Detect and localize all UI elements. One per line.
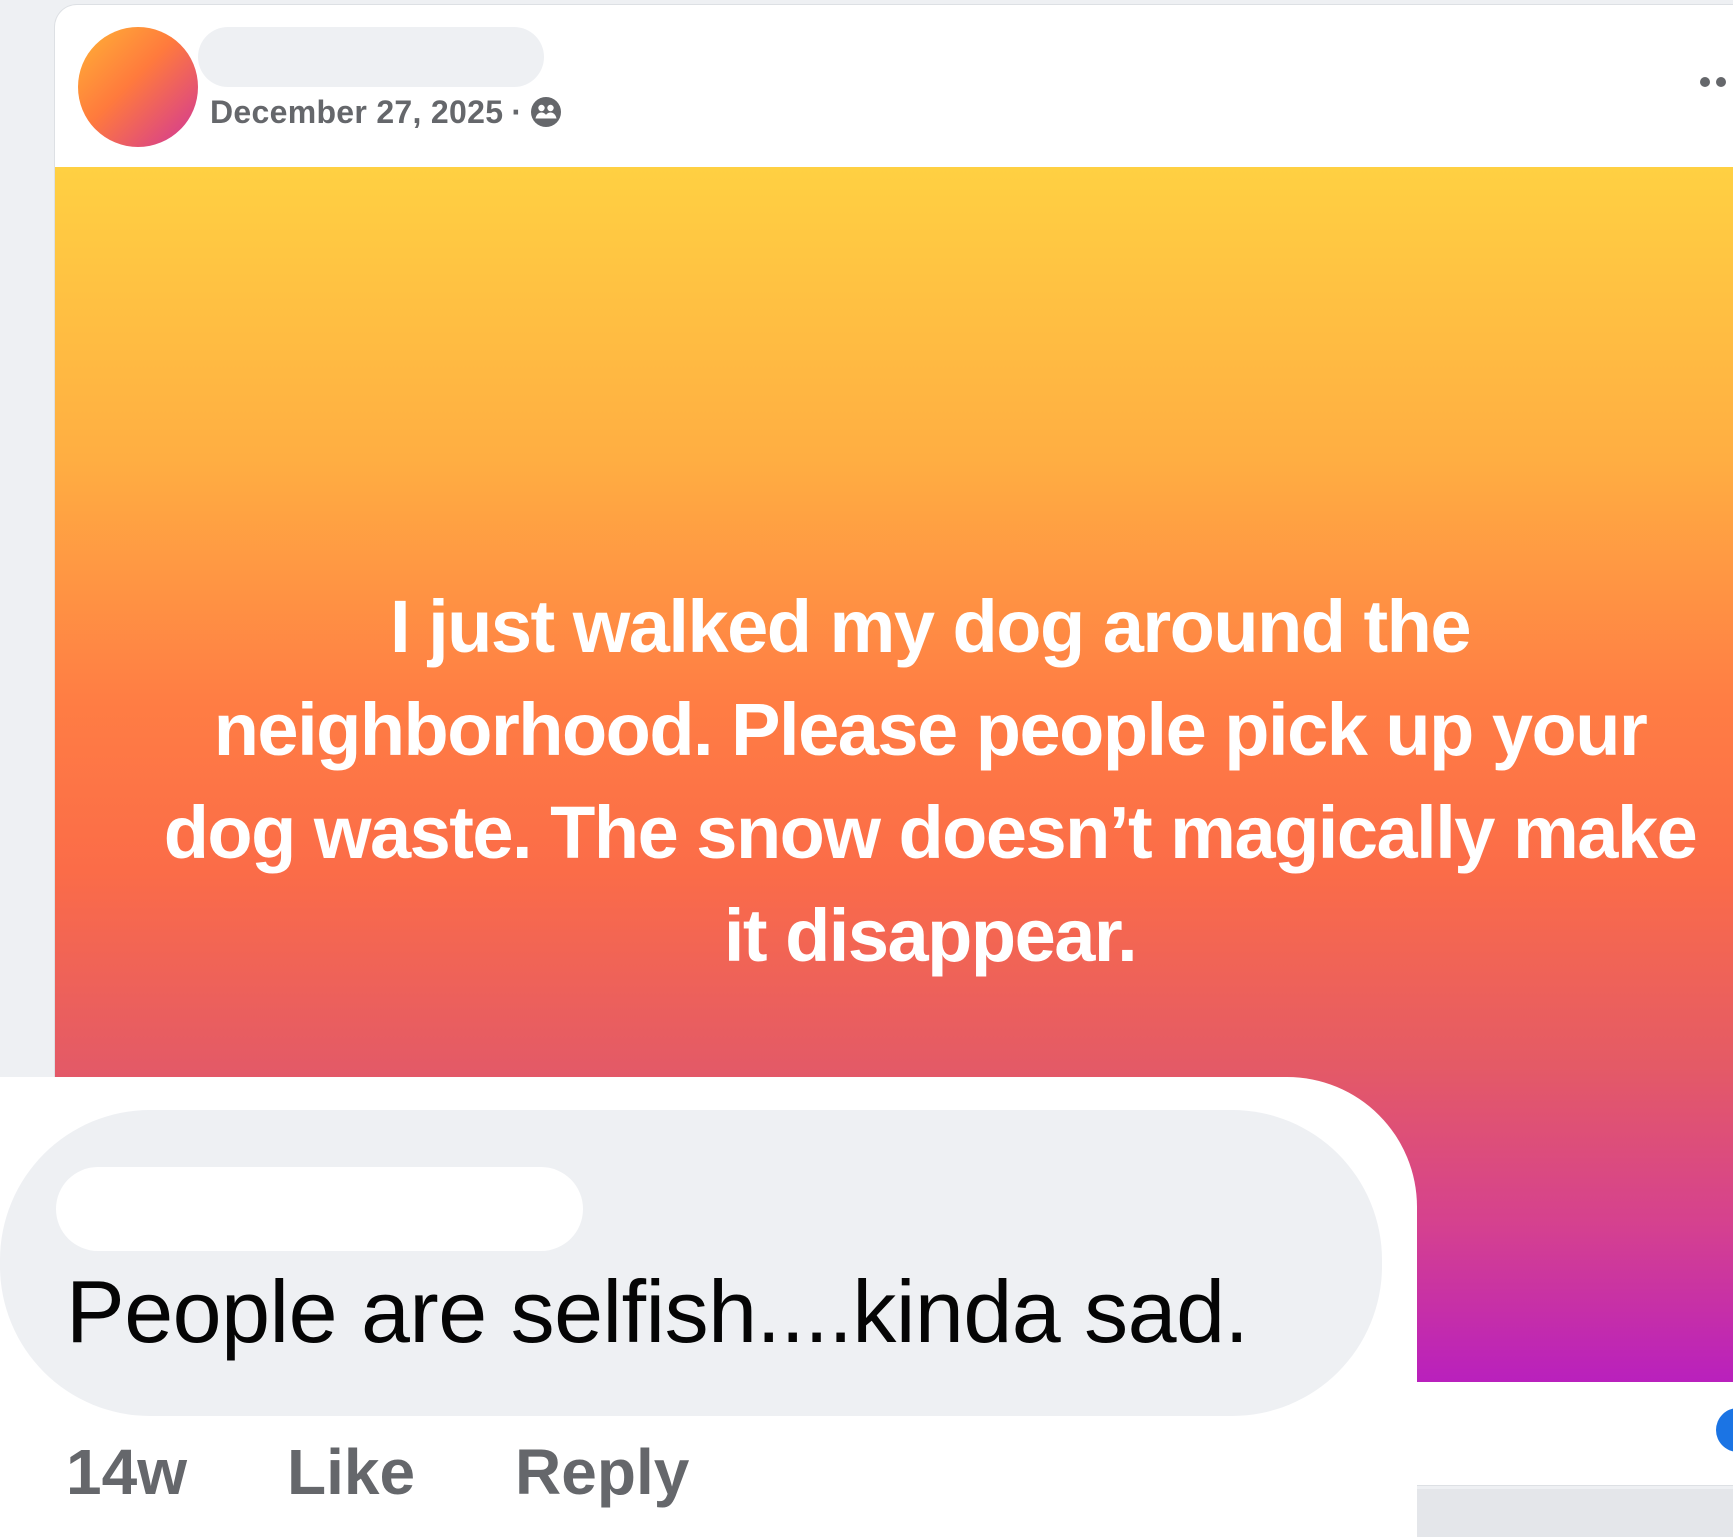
author-avatar[interactable] — [78, 27, 198, 147]
post-text: I just walked my dog around the neighbor… — [163, 585, 1698, 977]
author-name-redacted[interactable] — [198, 27, 544, 87]
like-button[interactable]: Like — [287, 1432, 415, 1512]
comment-actions: 14w Like Reply — [66, 1432, 689, 1512]
friends-icon[interactable] — [530, 96, 562, 128]
more-dot — [1716, 77, 1726, 87]
more-dots-icon[interactable] — [1700, 70, 1733, 94]
comment-text: People are selfish....kinda sad. — [66, 1262, 1249, 1361]
commenter-name-redacted[interactable] — [56, 1167, 583, 1251]
meta-separator: · — [511, 93, 523, 130]
reply-button[interactable]: Reply — [515, 1432, 689, 1512]
more-dot — [1700, 77, 1710, 87]
comment-timestamp[interactable]: 14w — [66, 1432, 187, 1512]
post-date[interactable]: December 27, 2025 — [210, 94, 503, 131]
post-meta: December 27, 2025 · — [210, 92, 562, 132]
